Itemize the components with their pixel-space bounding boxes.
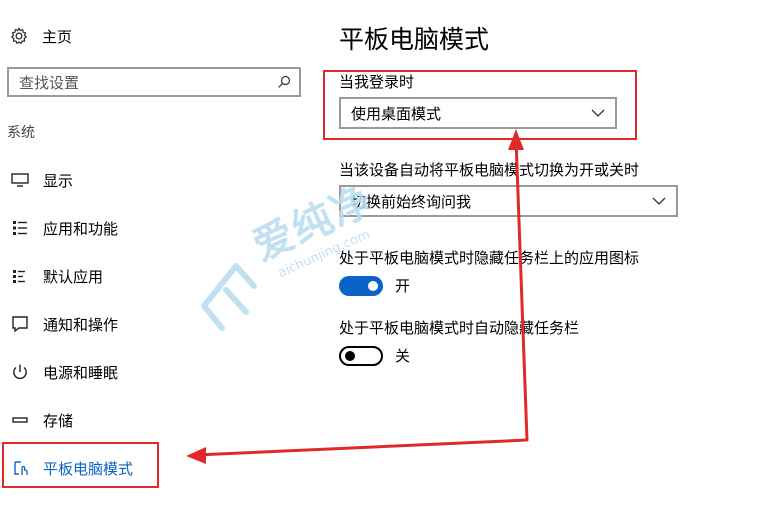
annotation-arrowhead-left	[186, 447, 206, 464]
annotation-arrow-line	[195, 138, 529, 457]
annotation-arrowhead-up	[508, 129, 524, 150]
annotation-arrows	[186, 129, 529, 464]
